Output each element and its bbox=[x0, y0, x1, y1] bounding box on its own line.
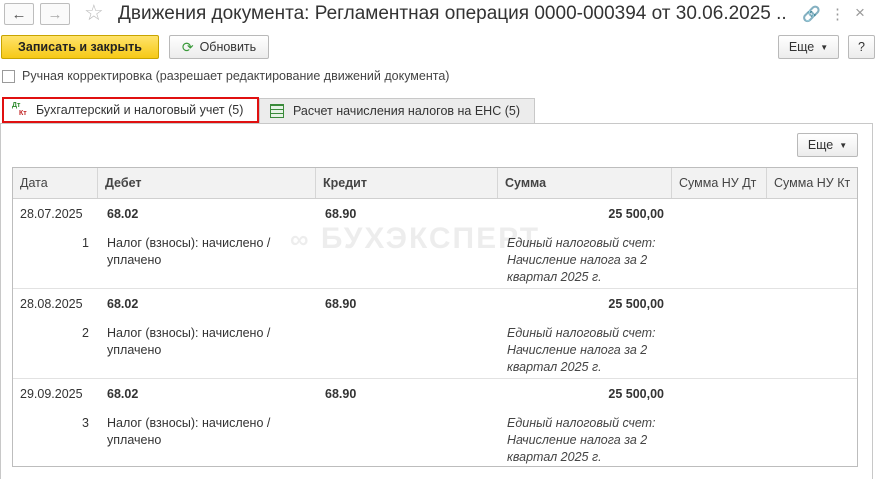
close-icon[interactable]: × bbox=[855, 3, 865, 23]
row-number: 1 bbox=[82, 236, 89, 250]
row-date: 28.08.2025 bbox=[20, 297, 83, 311]
row-debit-desc-1: Налог (взносы): начислено / bbox=[107, 326, 271, 340]
row-number: 3 bbox=[82, 416, 89, 430]
dropdown-caret-icon: ▼ bbox=[839, 140, 848, 150]
menu-dots-icon[interactable]: ⋮ bbox=[830, 5, 845, 23]
watermark-text: БУХЭКСПЕРТ bbox=[320, 222, 541, 255]
save-and-close-label: Записать и закрыть bbox=[18, 40, 142, 54]
refresh-icon: ⟳ bbox=[181, 38, 194, 55]
row-sum-desc-1: Единый налоговый счет: bbox=[507, 326, 656, 340]
more-label: Еще bbox=[788, 40, 815, 54]
more-button[interactable]: Еще ▼ bbox=[778, 35, 839, 59]
panel-more-button[interactable]: Еще ▼ bbox=[797, 133, 858, 157]
table-icon bbox=[270, 104, 284, 118]
col-date[interactable]: Дата bbox=[13, 168, 98, 198]
row-debit-desc-2: уплачено bbox=[107, 253, 162, 267]
row-sum-desc-3: квартал 2025 г. bbox=[507, 360, 602, 374]
arrow-right-icon: → bbox=[47, 5, 63, 23]
row-debit-desc-1: Налог (взносы): начислено / bbox=[107, 236, 271, 250]
col-sum-nu-kt[interactable]: Сумма НУ Кт bbox=[767, 168, 857, 198]
row-number: 2 bbox=[82, 326, 89, 340]
window-title: Движения документа: Регламентная операци… bbox=[118, 3, 788, 24]
movements-table[interactable]: Дата Дебет Кредит Сумма Сумма НУ Дт Сумм… bbox=[12, 167, 858, 467]
row-debit-desc-1: Налог (взносы): начислено / bbox=[107, 416, 271, 430]
manual-correction-label: Ручная корректировка (разрешает редактир… bbox=[22, 69, 450, 83]
tab-ens-calculation[interactable]: Расчет начисления налогов на ЕНС (5) bbox=[259, 98, 535, 123]
row-debit: 68.02 bbox=[107, 297, 139, 311]
help-label: ? bbox=[858, 40, 865, 54]
refresh-button[interactable]: ⟳ Обновить bbox=[169, 35, 269, 59]
table-row[interactable]: 29.09.2025 3 68.02 Налог (взносы): начис… bbox=[13, 379, 857, 466]
col-credit[interactable]: Кредит bbox=[316, 168, 498, 198]
back-button[interactable]: ← bbox=[4, 3, 34, 25]
watermark: ∞ БУХЭКСПЕРТ bbox=[290, 222, 540, 256]
link-icon[interactable]: 🔗 bbox=[802, 5, 821, 23]
row-debit: 68.02 bbox=[107, 387, 139, 401]
row-credit: 68.90 bbox=[325, 207, 357, 221]
help-button[interactable]: ? bbox=[848, 35, 875, 59]
save-and-close-button[interactable]: Записать и закрыть bbox=[1, 35, 159, 59]
row-sum-desc-3: квартал 2025 г. bbox=[507, 450, 602, 464]
dt-kt-icon: Дт Кт bbox=[12, 102, 27, 117]
row-date: 29.09.2025 bbox=[20, 387, 83, 401]
col-debit[interactable]: Дебет bbox=[98, 168, 316, 198]
row-date: 28.07.2025 bbox=[20, 207, 83, 221]
row-sum: 25 500,00 bbox=[608, 297, 664, 311]
row-sum: 25 500,00 bbox=[608, 387, 664, 401]
dropdown-caret-icon: ▼ bbox=[820, 42, 829, 52]
row-sum-desc-2: Начисление налога за 2 bbox=[507, 343, 648, 357]
refresh-label: Обновить bbox=[199, 40, 257, 54]
tab-ens-calculation-label: Расчет начисления налогов на ЕНС (5) bbox=[293, 104, 520, 118]
manual-correction-checkbox[interactable] bbox=[2, 70, 15, 83]
row-sum-desc-2: Начисление налога за 2 bbox=[507, 433, 648, 447]
row-sum-desc-1: Единый налоговый счет: bbox=[507, 416, 656, 430]
tab-accounting-label: Бухгалтерский и налоговый учет (5) bbox=[36, 103, 244, 117]
favorite-star-icon[interactable]: ☆ bbox=[84, 0, 104, 26]
arrow-left-icon: ← bbox=[11, 5, 27, 23]
row-sum-desc-3: квартал 2025 г. bbox=[507, 270, 602, 284]
table-row[interactable]: 28.08.2025 2 68.02 Налог (взносы): начис… bbox=[13, 289, 857, 379]
tab-accounting[interactable]: Дт Кт Бухгалтерский и налоговый учет (5) bbox=[2, 97, 259, 123]
row-debit-desc-2: уплачено bbox=[107, 433, 162, 447]
table-header: Дата Дебет Кредит Сумма Сумма НУ Дт Сумм… bbox=[13, 168, 857, 199]
row-debit-desc-2: уплачено bbox=[107, 343, 162, 357]
row-credit: 68.90 bbox=[325, 387, 357, 401]
col-sum-nu-dt[interactable]: Сумма НУ Дт bbox=[672, 168, 767, 198]
panel-more-label: Еще bbox=[807, 138, 834, 152]
row-sum: 25 500,00 bbox=[608, 207, 664, 221]
row-debit: 68.02 bbox=[107, 207, 139, 221]
watermark-logo-icon: ∞ bbox=[290, 224, 311, 254]
col-sum[interactable]: Сумма bbox=[498, 168, 672, 198]
forward-button[interactable]: → bbox=[40, 3, 70, 25]
row-credit: 68.90 bbox=[325, 297, 357, 311]
